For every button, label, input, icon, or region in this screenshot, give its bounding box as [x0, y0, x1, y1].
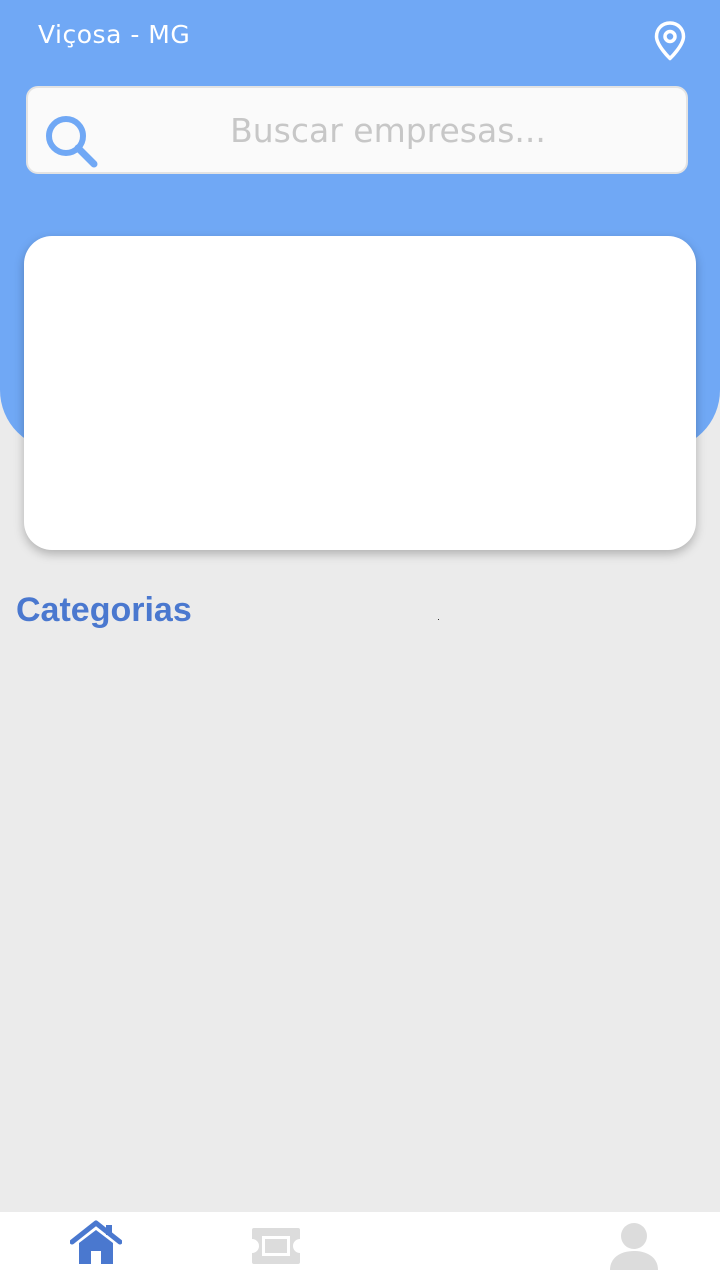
nav-tickets[interactable]	[238, 1212, 312, 1280]
banner-card[interactable]	[24, 236, 696, 550]
location-label: Viçosa - MG	[38, 20, 191, 49]
ticket-icon	[252, 1228, 300, 1264]
search-icon[interactable]	[42, 112, 102, 172]
home-icon	[70, 1220, 122, 1264]
bottom-nav	[0, 1212, 720, 1280]
nav-home[interactable]	[60, 1212, 132, 1280]
map-pin-icon[interactable]	[652, 20, 688, 62]
search-bar[interactable]	[26, 86, 688, 174]
categories-title: Categorias	[16, 591, 192, 629]
search-input[interactable]	[128, 98, 648, 162]
nav-profile[interactable]	[596, 1212, 672, 1280]
loading-dot	[438, 619, 439, 620]
user-icon	[610, 1223, 658, 1270]
